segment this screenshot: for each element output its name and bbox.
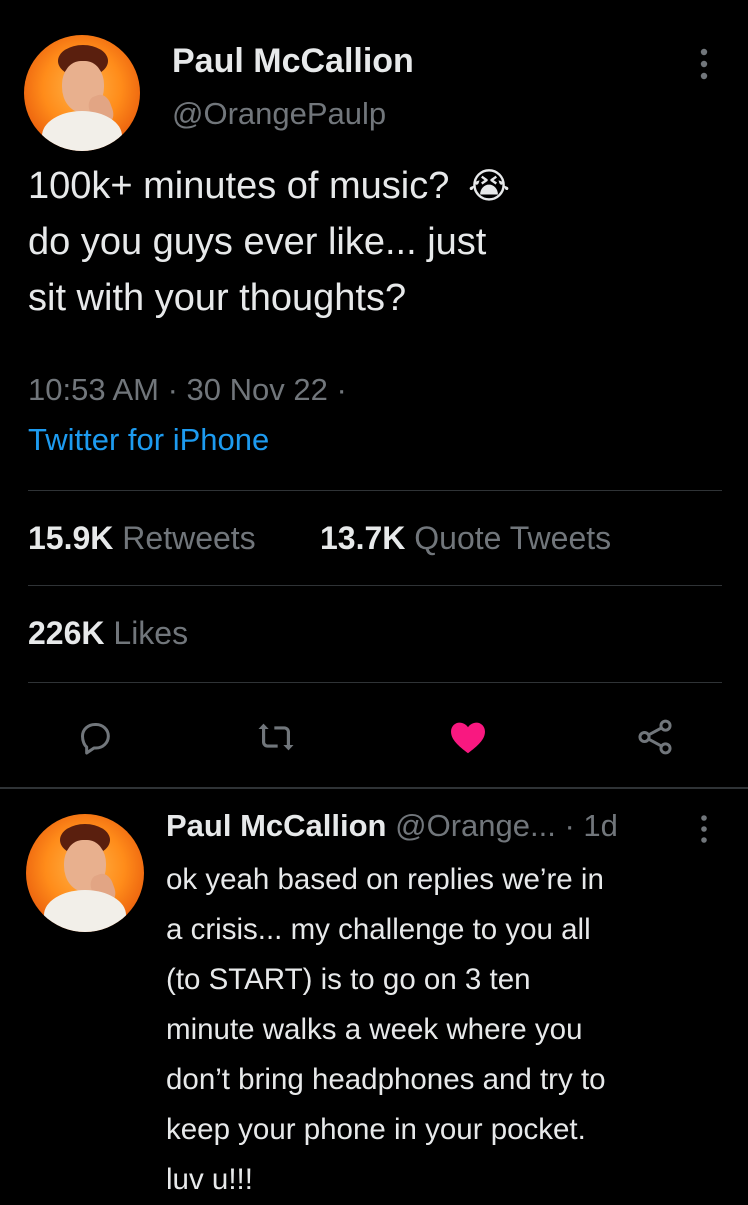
reply-icon xyxy=(81,723,110,755)
quote-tweets-count: 13.7K xyxy=(320,520,406,556)
reply-more-options-icon[interactable] xyxy=(694,812,714,846)
tweet-text-line: sit with your thoughts? xyxy=(28,277,407,319)
reply-author-handle[interactable]: @Orange... xyxy=(395,808,556,843)
reply-text-line: a crisis... my challenge to you all xyxy=(166,913,591,946)
tweet-text-segment: 100k+ minutes of music? xyxy=(28,165,450,207)
reply-text: ok yeah based on replies we’re in a cris… xyxy=(166,855,742,1205)
tweet-text-line: do you guys ever like... just xyxy=(28,221,487,263)
share-icon xyxy=(638,719,672,755)
reply-text-line: ok yeah based on replies we’re in xyxy=(166,863,604,896)
divider xyxy=(28,490,722,491)
retweet-button[interactable] xyxy=(251,712,301,762)
retweet-icon xyxy=(258,723,294,751)
reply-text-line: luv u!!! xyxy=(166,1163,253,1196)
divider xyxy=(28,585,722,586)
like-button[interactable] xyxy=(443,712,493,762)
reply-header: Paul McCallion @Orange... · 1d xyxy=(166,808,618,844)
reply-author-avatar[interactable] xyxy=(26,814,144,932)
heart-icon xyxy=(451,722,485,754)
author-avatar[interactable] xyxy=(24,35,140,151)
loudly-crying-emoji-icon: 😭 xyxy=(467,165,511,206)
quote-tweets-stat[interactable]: 13.7K Quote Tweets xyxy=(320,520,611,557)
share-button[interactable] xyxy=(630,712,680,762)
section-separator xyxy=(0,787,748,789)
tweet-text-line: 100k+ minutes of music? 😭 xyxy=(28,158,728,214)
divider xyxy=(28,682,722,683)
retweets-stat[interactable]: 15.9K Retweets xyxy=(28,520,256,557)
reply-text-line: minute walks a week where you xyxy=(166,1013,583,1046)
tweet-text: 100k+ minutes of music? 😭 do you guys ev… xyxy=(28,158,728,326)
reply-text-line: keep your phone in your pocket. xyxy=(166,1113,586,1146)
retweets-label: Retweets xyxy=(122,520,256,556)
quote-tweets-label: Quote Tweets xyxy=(414,520,612,556)
reply-text-line: (to START) is to go on 3 ten xyxy=(166,963,531,996)
reply-author-name[interactable]: Paul McCallion xyxy=(166,808,386,843)
reply-text-line: don’t bring headphones and try to xyxy=(166,1063,606,1096)
tweet-timestamp[interactable]: 10:53 AM · 30 Nov 22 · xyxy=(28,372,347,408)
author-handle[interactable]: @OrangePaulp xyxy=(172,96,386,132)
likes-count: 226K xyxy=(28,615,105,651)
likes-stat[interactable]: 226K Likes xyxy=(28,615,188,652)
more-options-icon[interactable] xyxy=(692,44,716,84)
author-name[interactable]: Paul McCallion xyxy=(172,42,414,81)
likes-label: Likes xyxy=(113,615,189,651)
tweet-source-link[interactable]: Twitter for iPhone xyxy=(28,422,269,458)
retweets-count: 15.9K xyxy=(28,520,114,556)
reply-time[interactable]: · 1d xyxy=(564,808,617,843)
reply-button[interactable] xyxy=(70,712,120,762)
